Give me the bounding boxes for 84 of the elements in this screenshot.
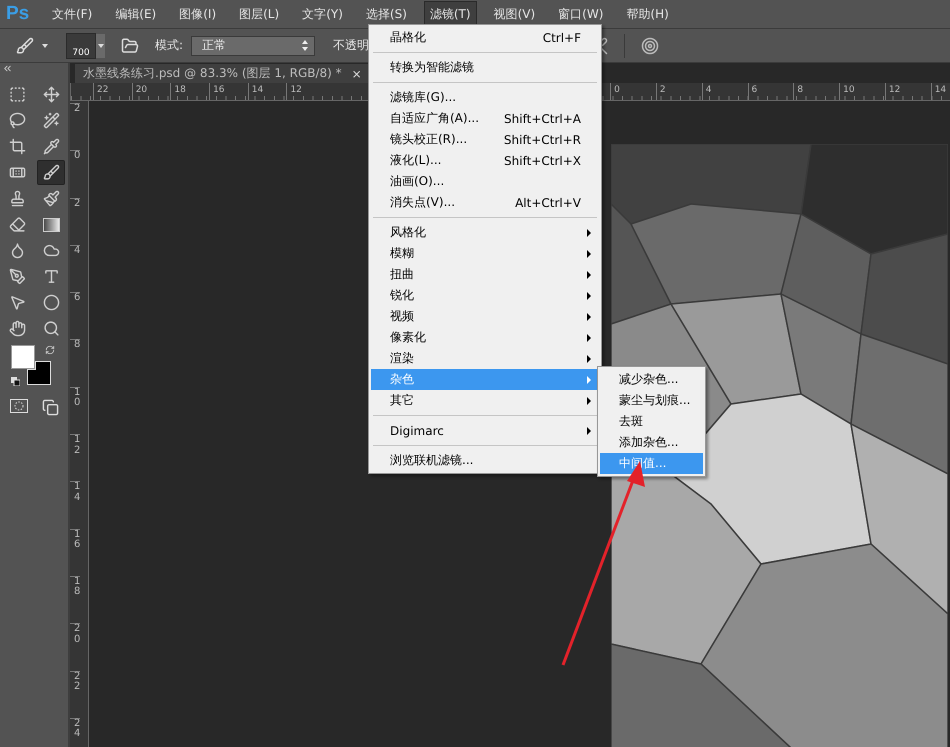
mode-label: 模式: [155, 37, 184, 54]
menu-item[interactable]: 选择(S) [360, 0, 413, 28]
ruler-label: 0 [70, 150, 80, 198]
brush-icon[interactable] [16, 36, 34, 54]
ruler-label: 20 [70, 623, 80, 671]
quick-mask-icon[interactable] [10, 399, 28, 413]
menu-option[interactable]: 渲染 [371, 348, 599, 369]
ruler-label: 4 [702, 83, 748, 100]
ruler-label: 20 [132, 83, 170, 100]
menu-item[interactable]: 图层(L) [233, 0, 286, 28]
mode-select[interactable]: 正常 [191, 36, 316, 56]
target-icon[interactable] [641, 36, 660, 54]
menu-option[interactable]: 其它 [371, 390, 599, 411]
menu-option[interactable]: 扭曲 [371, 264, 599, 285]
ruler-label: 0 [610, 83, 656, 100]
document-tab[interactable]: 水墨线条练习.psd @ 83.3% (图层 1, RGB/8) * × [75, 64, 370, 83]
ruler-label: 6 [748, 83, 794, 100]
brush-panel-icon[interactable] [121, 36, 139, 54]
menu-option[interactable]: 添加杂色... [600, 432, 703, 453]
menu-item[interactable]: 窗口(W) [552, 0, 610, 28]
shortcut-label: Alt+Ctrl+V [515, 196, 581, 210]
ruler-label: 16 [209, 83, 248, 100]
default-colors-icon[interactable] [11, 377, 20, 386]
caret-icon[interactable] [42, 44, 48, 48]
menu-option[interactable]: 风格化 [371, 222, 599, 243]
foreground-swatch[interactable] [11, 345, 35, 369]
shortcut-label: Ctrl+F [542, 30, 581, 44]
menu-option[interactable]: 像素化 [371, 327, 599, 348]
menu-item[interactable]: 视图(V) [488, 0, 542, 28]
menu-option[interactable]: 模糊 [371, 243, 599, 264]
ruler-label: 8 [793, 83, 840, 100]
ruler-label: 2 [70, 103, 80, 150]
ruler-label: 18 [70, 576, 80, 624]
menu-option[interactable]: 晶格化 Ctrl+F [371, 27, 599, 48]
ruler-label: 16 [70, 528, 80, 576]
ruler-label: 18 [170, 83, 210, 100]
menu-item[interactable]: 文件(F) [46, 0, 98, 28]
menu-option[interactable]: 去斑 [600, 411, 703, 432]
ruler-label: 14 [248, 83, 286, 100]
menu-option[interactable]: 滤镜库(G)... [371, 87, 599, 108]
menu-item[interactable]: 文字(Y) [296, 0, 349, 28]
opacity-label: 不透明 [333, 37, 370, 54]
menu-option[interactable]: 蒙尘与划痕... [600, 390, 703, 411]
ruler-label: 12 [286, 83, 326, 100]
brush-size-preview[interactable]: 700 [66, 32, 96, 58]
menu-option[interactable]: 镜头校正(R)... Shift+Ctrl+R [371, 129, 599, 150]
shortcut-label: Shift+Ctrl+X [504, 154, 581, 168]
ruler-label: 2 [70, 198, 80, 245]
menu-item[interactable]: 编辑(E) [109, 0, 162, 28]
stepper-icon [302, 40, 308, 51]
ruler-label: 2 [656, 83, 702, 100]
brush-picker-button[interactable] [96, 34, 105, 58]
ruler-label: 22 [70, 670, 80, 718]
brush-icon[interactable] [37, 160, 65, 185]
ruler-label: 10 [70, 386, 80, 434]
menu-option[interactable]: 自适应广角(A)... Shift+Ctrl+A [371, 108, 599, 129]
menu-option[interactable]: 视频 [371, 306, 599, 327]
menu-option[interactable]: 浏览联机滤镜... [371, 450, 599, 471]
menu-option[interactable]: 油画(O)... [371, 171, 599, 192]
menu-option[interactable]: 锐化 [371, 285, 599, 306]
menu-option[interactable]: Digimarc [371, 420, 599, 441]
shortcut-label: Shift+Ctrl+R [504, 132, 581, 146]
screen-mode-icon[interactable] [42, 399, 58, 416]
menu-option[interactable]: 液化(L)... Shift+Ctrl+X [371, 150, 599, 171]
menu-option[interactable]: 减少杂色... [600, 369, 703, 390]
ruler-label: 24 [70, 718, 80, 747]
app-logo: Ps [6, 3, 30, 25]
ruler-label: 8 [70, 339, 80, 387]
close-icon[interactable]: × [352, 66, 362, 80]
ruler-label: 12 [884, 83, 931, 100]
ruler-label: 6 [70, 292, 80, 340]
ruler-label: 22 [93, 83, 132, 100]
menu-item[interactable]: 帮助(H) [620, 0, 675, 28]
menu-option[interactable]: 消失点(V)... Alt+Ctrl+V [371, 192, 599, 213]
swap-icon[interactable] [45, 345, 55, 355]
ruler-label: 12 [70, 434, 80, 482]
ruler-label: 14 [930, 83, 950, 100]
menu-option[interactable]: 转换为智能滤镜 [371, 57, 599, 78]
ruler-label: 14 [70, 481, 80, 529]
menu-item[interactable]: 图像(I) [173, 0, 222, 28]
shortcut-label: Shift+Ctrl+A [504, 112, 581, 126]
collapse-icon[interactable] [2, 63, 13, 74]
ruler-label: 10 [839, 83, 885, 100]
ruler-label: 4 [70, 244, 80, 292]
